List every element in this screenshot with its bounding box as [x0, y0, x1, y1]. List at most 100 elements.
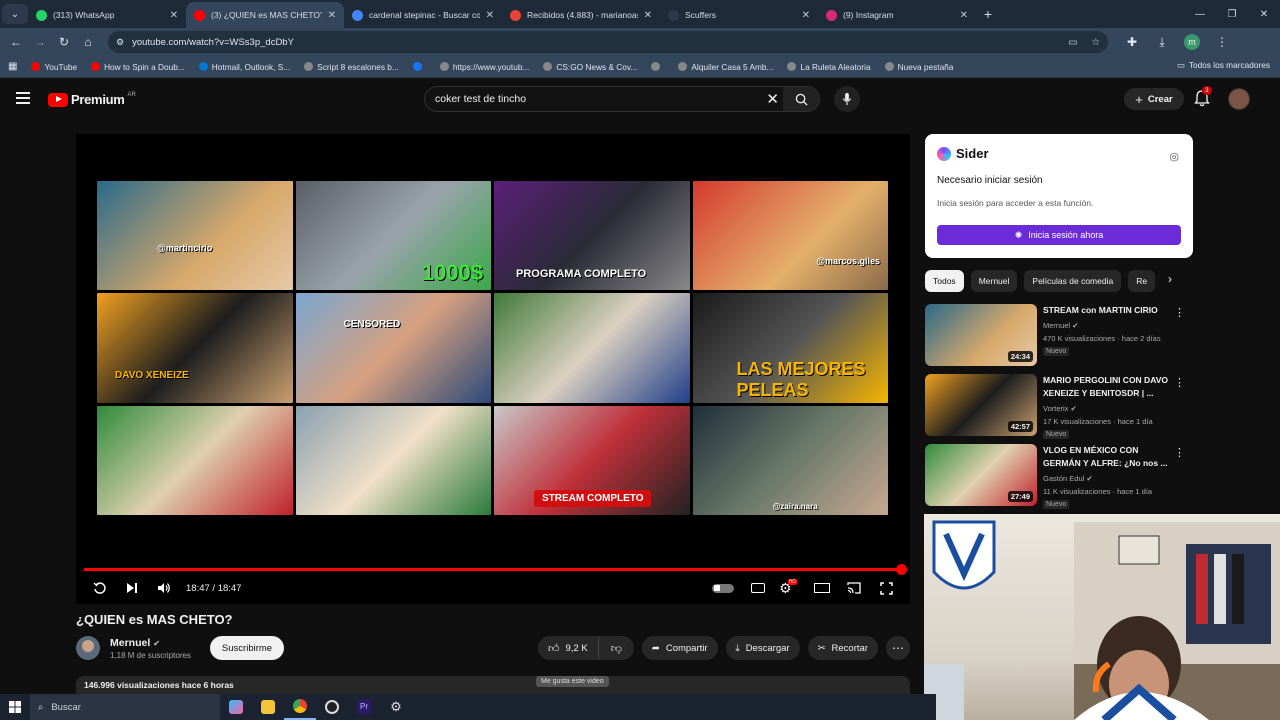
related-title[interactable]: VLOG EN MÉXICO CON GERMÁN Y ALFRE: ¿No n…	[1043, 444, 1168, 470]
bookmark-item[interactable]: https://www.youtub...	[439, 62, 529, 72]
site-info-icon[interactable]: ⚙	[116, 37, 124, 48]
premiere-app-icon[interactable]: Pr	[348, 694, 380, 720]
cast-button[interactable]	[838, 576, 870, 600]
taskbar-search[interactable]: ⌕ Buscar	[30, 694, 220, 720]
next-button[interactable]	[116, 576, 148, 600]
tab-close-icon[interactable]: ✕	[960, 10, 968, 21]
search-box[interactable]: coker test de tincho ✕	[424, 86, 820, 112]
tab-close-icon[interactable]: ✕	[170, 10, 178, 21]
create-button[interactable]: + Crear	[1124, 88, 1184, 110]
autoplay-toggle[interactable]	[712, 583, 734, 593]
related-title[interactable]: STREAM con MARTIN CIRIO	[1043, 304, 1168, 317]
bookmark-item[interactable]: How to Spin a Doub...	[91, 62, 185, 72]
settings-button[interactable]: ⚙ HD	[774, 576, 806, 600]
tab-close-icon[interactable]: ✕	[644, 10, 652, 21]
fullscreen-button[interactable]	[870, 576, 902, 600]
tab-close-icon[interactable]: ✕	[328, 10, 336, 21]
cast-icon[interactable]: ▭	[1068, 37, 1077, 48]
subscribe-button[interactable]: Suscribirme	[210, 636, 284, 660]
bookmark-star-icon[interactable]: ☆	[1091, 37, 1100, 48]
related-more-icon[interactable]: ⋮	[1174, 446, 1185, 459]
bookmark-item[interactable]	[412, 62, 426, 71]
chips-next-icon[interactable]: ›	[1168, 272, 1172, 286]
bookmark-item[interactable]: Hotmail, Outlook, S...	[198, 62, 290, 72]
browser-tab[interactable]: Recibidos (4.883) - marianoasenjo ✕	[502, 2, 660, 28]
bookmark-item[interactable]: La Ruleta Aleatoria	[787, 62, 871, 72]
description-box[interactable]: 146.996 visualizaciones hace 6 horas	[76, 676, 910, 696]
sider-login-button[interactable]: ✺ Inicia sesión ahora	[937, 225, 1181, 245]
related-thumbnail[interactable]: 24:34	[925, 304, 1037, 366]
filter-chip[interactable]: Mernuel	[970, 270, 1018, 292]
download-button[interactable]: ⤓ Descargar	[725, 636, 800, 660]
close-window-icon[interactable]: ✕	[1248, 0, 1280, 28]
tab-search-button[interactable]: ⌄	[2, 4, 28, 24]
browser-tab[interactable]: Scuffers ✕	[660, 2, 818, 28]
browser-tab[interactable]: (313) WhatsApp ✕	[28, 2, 186, 28]
browser-tab[interactable]: cardenal stepinac - Buscar con Google ✕	[344, 2, 502, 28]
related-channel[interactable]: Mernuel ✔	[1043, 321, 1079, 330]
bookmark-item[interactable]: Script 8 escalones b...	[304, 62, 399, 72]
like-button[interactable]: 👍︎ 9,2 K	[538, 636, 599, 660]
channel-name[interactable]: Mernuel ✔	[110, 637, 191, 649]
related-more-icon[interactable]: ⋮	[1174, 306, 1185, 319]
minimize-icon[interactable]: —	[1184, 0, 1216, 28]
filter-chip[interactable]: Re	[1128, 270, 1156, 292]
forward-icon[interactable]: →	[28, 30, 52, 54]
related-thumbnail[interactable]: 27:49	[925, 444, 1037, 506]
tab-close-icon[interactable]: ✕	[802, 10, 810, 21]
related-video-item[interactable]: 42:57 MARIO PERGOLINI CON DAVO XENEIZE Y …	[925, 374, 1185, 439]
filter-chip[interactable]: Todos	[925, 270, 964, 292]
filter-chip[interactable]: Películas de comedia	[1024, 270, 1122, 292]
replay-button[interactable]	[84, 576, 116, 600]
more-actions-button[interactable]: ⋯	[885, 636, 910, 660]
youtube-logo[interactable]: Premium AR	[48, 92, 136, 107]
notifications-button[interactable]: 3	[1194, 86, 1212, 108]
new-tab-button[interactable]: +	[976, 6, 1000, 22]
all-bookmarks-folder[interactable]: ▭ Todos los marcadores	[1177, 60, 1270, 70]
profile-avatar[interactable]: m	[1184, 34, 1200, 50]
progress-scrubber[interactable]	[896, 564, 907, 575]
downloads-icon[interactable]: ⤓	[1150, 30, 1174, 54]
settings-app-icon[interactable]: ⚙	[380, 694, 412, 720]
voice-search-button[interactable]	[834, 86, 860, 112]
related-channel[interactable]: Gastón Edul ✔	[1043, 474, 1093, 483]
clear-search-icon[interactable]: ✕	[766, 90, 779, 108]
related-thumbnail[interactable]: 42:57	[925, 374, 1037, 436]
channel-avatar[interactable]	[76, 636, 100, 660]
bookmark-item[interactable]: Alquiler Casa 5 Amb...	[678, 62, 773, 72]
home-icon[interactable]: ⌂	[76, 30, 100, 54]
dislike-button[interactable]: 👎︎	[599, 636, 634, 660]
copilot-app-icon[interactable]	[220, 694, 252, 720]
url-field[interactable]: ⚙ youtube.com/watch?v=WSs3p_dcDbY ▭ ☆	[108, 31, 1108, 53]
subtitles-button[interactable]	[742, 576, 774, 600]
obs-app-icon[interactable]	[316, 694, 348, 720]
file-explorer-app-icon[interactable]	[252, 694, 284, 720]
related-channel[interactable]: Vorterix ✔	[1043, 404, 1077, 413]
bookmark-item[interactable]	[651, 62, 664, 71]
related-title[interactable]: MARIO PERGOLINI CON DAVO XENEIZE Y BENIT…	[1043, 374, 1168, 400]
apps-grid-icon[interactable]: ▦	[8, 61, 17, 72]
related-more-icon[interactable]: ⋮	[1174, 376, 1185, 389]
share-button[interactable]: ➦ Compartir	[641, 636, 718, 660]
video-player[interactable]: @martincirio 1000$ PROGRAMA COMPLETO @marco…	[76, 134, 910, 604]
related-video-item[interactable]: 24:34 STREAM con MARTIN CIRIO Mernuel ✔ 470…	[925, 304, 1185, 368]
browser-tab[interactable]: (9) Instagram ✕	[818, 2, 976, 28]
bookmark-item[interactable]: Nueva pestaña	[884, 62, 953, 72]
volume-button[interactable]	[148, 576, 180, 600]
progress-bar[interactable]	[84, 568, 902, 571]
bookmark-item[interactable]: YouTube	[31, 62, 77, 72]
restore-icon[interactable]: ❐	[1216, 0, 1248, 28]
browser-tab[interactable]: (3) ¿QUIEN es MAS CHETO? - YouTube ✕	[186, 2, 344, 28]
bookmark-item[interactable]: CS:GO News & Cov...	[543, 62, 637, 72]
tab-close-icon[interactable]: ✕	[486, 10, 494, 21]
back-icon[interactable]: ←	[4, 30, 28, 54]
related-video-item[interactable]: 27:49 VLOG EN MÉXICO CON GERMÁN Y ALFRE: …	[925, 444, 1185, 509]
windows-start-button[interactable]	[0, 694, 30, 720]
extensions-icon[interactable]: ✚	[1120, 30, 1144, 54]
search-input[interactable]: coker test de tincho	[435, 93, 526, 105]
menu-kebab-icon[interactable]: ⋮	[1210, 30, 1234, 54]
account-avatar[interactable]	[1228, 88, 1250, 110]
hamburger-menu-icon[interactable]	[16, 92, 30, 104]
search-button[interactable]	[783, 87, 819, 111]
chrome-app-icon[interactable]	[284, 694, 316, 720]
